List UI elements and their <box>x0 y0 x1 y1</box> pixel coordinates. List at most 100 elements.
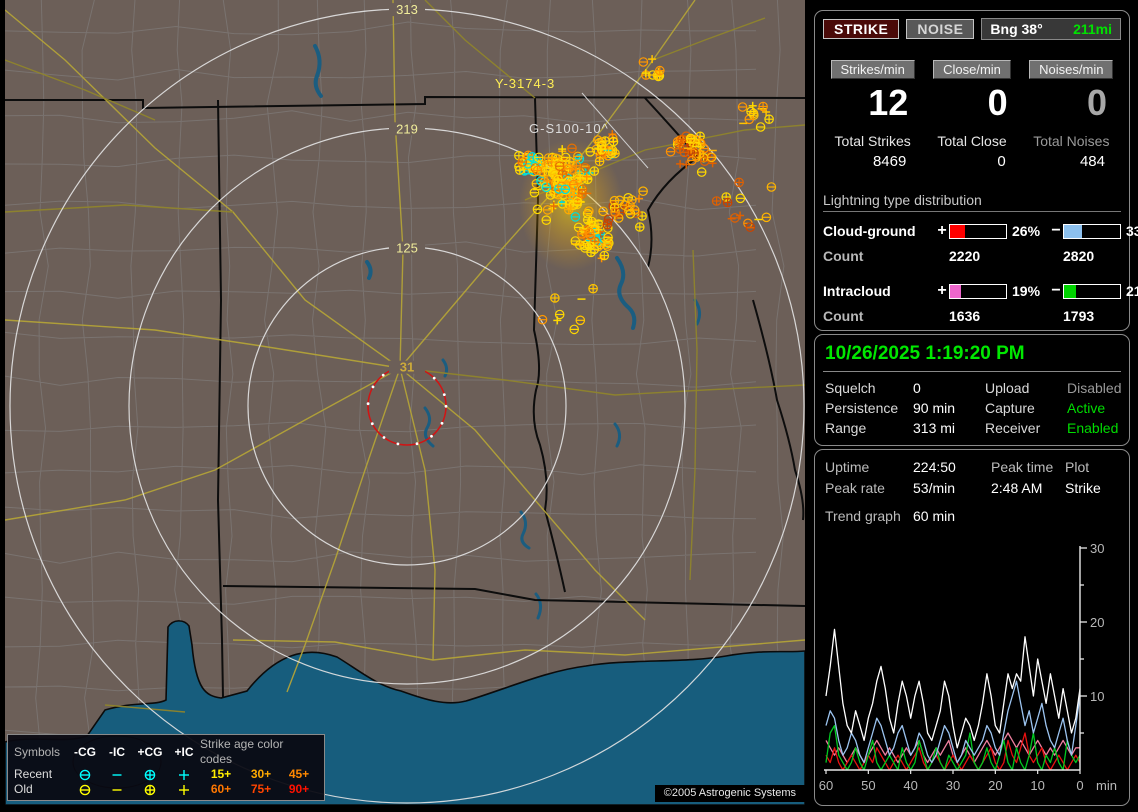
stats-panel: STRIKE NOISE Bng 38° 211mi Strikes/min 12… <box>814 10 1130 331</box>
stat-rate-value: 12 <box>823 81 922 125</box>
status-state: Disabled <box>1067 380 1121 396</box>
icn-symbol-icon <box>110 784 124 796</box>
icp-symbol-icon <box>177 784 191 796</box>
trend-chart: 1020306050403020100min <box>818 538 1128 800</box>
status-state: Active <box>1067 400 1121 416</box>
cgn-symbol-icon <box>78 769 92 781</box>
stat-total-value: 0 <box>922 153 1021 170</box>
svg-text:40: 40 <box>903 778 917 793</box>
status-label: Range <box>825 420 913 436</box>
status-label: Upload <box>985 380 1067 396</box>
negative-bar <box>1063 284 1121 299</box>
negative-bar <box>1063 224 1121 239</box>
stat-total-label: Total Noises <box>1022 133 1121 149</box>
session-cell: 2:48 AM <box>991 480 1065 496</box>
stat-total-value: 8469 <box>823 153 922 170</box>
svg-text:50: 50 <box>861 778 875 793</box>
legend-row-label: Recent <box>14 767 68 782</box>
status-panel: 10/26/2025 1:19:20 PM Squelch0UploadDisa… <box>814 334 1130 446</box>
status-value: 313 mi <box>913 420 985 436</box>
legend-symbols-header: Symbols <box>14 745 68 760</box>
map-legend: Symbols-CG-IC+CG+ICStrike age color code… <box>7 734 325 801</box>
trend-graph-label: Trend graph <box>825 508 913 524</box>
legend-age-code: 75+ <box>242 782 280 797</box>
distribution-row: Intracloud+19%−21%Count16361793 <box>823 282 1121 332</box>
svg-text:313: 313 <box>396 2 418 17</box>
svg-text:0: 0 <box>1076 778 1083 793</box>
stat-rate-value: 0 <box>1022 81 1121 125</box>
stat-total-value: 484 <box>1022 153 1121 170</box>
svg-text:min: min <box>1096 778 1117 793</box>
distribution-row: Cloud-ground+26%−33%Count22202820 <box>823 222 1121 272</box>
type-name: Cloud-ground <box>823 223 935 239</box>
positive-bar <box>949 284 1007 299</box>
legend-col-header: -IC <box>102 745 132 760</box>
stat-column-close-min: Close/min0Total Close0 <box>922 60 1021 170</box>
count-label: Count <box>823 248 935 264</box>
stat-chip[interactable]: Strikes/min <box>831 60 915 79</box>
legend-age-code: 45+ <box>280 767 318 782</box>
plus-sign: + <box>935 222 949 240</box>
strike-mode-button[interactable]: STRIKE <box>823 19 899 39</box>
session-cell: 53/min <box>913 480 991 496</box>
cgn-symbol-icon <box>78 784 92 796</box>
session-cell: Peak time <box>991 459 1065 475</box>
count-label: Count <box>823 308 935 324</box>
divider <box>823 371 1121 372</box>
legend-age-code: 90+ <box>280 782 318 797</box>
negative-count: 2820 <box>1063 248 1121 264</box>
icp-symbol-icon <box>177 769 191 781</box>
svg-text:G-S100-10^: G-S100-10^ <box>529 121 609 136</box>
session-cell: 224:50 <box>913 459 991 475</box>
stat-chip[interactable]: Close/min <box>933 60 1011 79</box>
svg-text:60: 60 <box>819 778 833 793</box>
negative-percent: 21% <box>1121 283 1138 299</box>
svg-text:31: 31 <box>400 360 414 375</box>
type-name: Intracloud <box>823 283 935 299</box>
stat-rate-value: 0 <box>922 81 1021 125</box>
status-label: Receiver <box>985 420 1067 436</box>
svg-text:20: 20 <box>988 778 1002 793</box>
cgp-symbol-icon <box>143 784 157 796</box>
status-label: Squelch <box>825 380 913 396</box>
positive-bar <box>949 224 1007 239</box>
lightning-map[interactable]: Y-3174-3G-S100-10^31321912531 Symbols-CG… <box>5 0 805 805</box>
session-cell: Peak rate <box>825 480 913 496</box>
legend-row-label: Old <box>14 782 68 797</box>
svg-text:10: 10 <box>1030 778 1044 793</box>
stat-total-label: Total Strikes <box>823 133 922 149</box>
trend-graph-window: 60 min <box>913 508 955 524</box>
status-label: Capture <box>985 400 1067 416</box>
bearing-readout: Bng 38° 211mi <box>981 18 1121 40</box>
svg-text:30: 30 <box>1090 541 1104 556</box>
app-window: { "header": { "strike_btn": "STRIKE", "n… <box>0 0 1138 812</box>
svg-text:10: 10 <box>1090 689 1104 704</box>
session-cell: Plot <box>1065 459 1119 475</box>
legend-age-header: Strike age color codes <box>200 737 318 767</box>
noise-mode-button[interactable]: NOISE <box>906 19 974 39</box>
datetime-display: 10/26/2025 1:19:20 PM <box>823 341 1121 365</box>
bearing-label: Bng 38° <box>990 21 1042 37</box>
legend-col-header: +IC <box>168 745 200 760</box>
status-label: Persistence <box>825 400 913 416</box>
legend-age-code: 60+ <box>200 782 242 797</box>
positive-count: 2220 <box>949 248 1007 264</box>
icn-symbol-icon <box>110 769 124 781</box>
legend-col-header: +CG <box>132 745 168 760</box>
status-state: Enabled <box>1067 420 1121 436</box>
map-canvas: Y-3174-3G-S100-10^31321912531 <box>5 0 805 805</box>
svg-text:20: 20 <box>1090 615 1104 630</box>
svg-text:125: 125 <box>396 241 418 256</box>
session-panel: Uptime224:50Peak timePlotPeak rate53/min… <box>814 449 1130 806</box>
stat-chip[interactable]: Noises/min <box>1029 60 1113 79</box>
status-value: 0 <box>913 380 985 396</box>
positive-count: 1636 <box>949 308 1007 324</box>
distribution-title: Lightning type distribution <box>823 192 1121 212</box>
copyright-label: ©2005 Astrogenic Systems <box>655 785 805 802</box>
negative-percent: 33% <box>1121 223 1138 239</box>
svg-text:219: 219 <box>396 121 418 136</box>
minus-sign: − <box>1049 282 1063 300</box>
bearing-distance: 211mi <box>1073 21 1112 37</box>
cgp-symbol-icon <box>143 769 157 781</box>
plus-sign: + <box>935 282 949 300</box>
